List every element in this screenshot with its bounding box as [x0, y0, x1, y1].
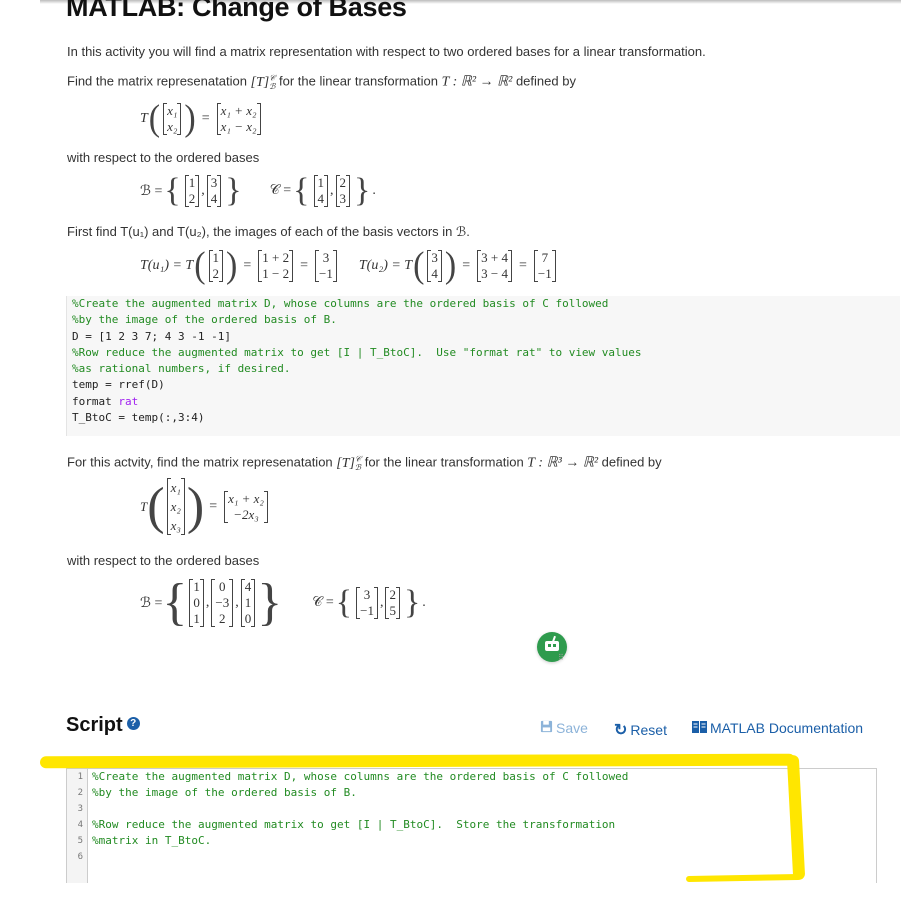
line-number-gutter: 1 2 3 4 5 6 — [67, 769, 88, 883]
line-number: 3 — [77, 804, 83, 814]
save-button[interactable]: Save — [540, 720, 588, 736]
book-icon — [692, 720, 707, 736]
basis-C-vector: 3 −1 — [356, 587, 378, 619]
activity-bases: ℬ = { 101, 0 −3 2, 410 } 𝒞 = { 3 −1, 25 }. — [140, 574, 426, 631]
activity-instruction: For this actvity, find the matrix repres… — [67, 454, 662, 473]
code-line: D = [1 2 3 7; 4 3 -1 -1] — [72, 329, 231, 343]
images-text: First find T(u₁) and T(u₂), the images o… — [67, 224, 470, 239]
page-title: MATLAB: Change of Bases — [66, 0, 407, 22]
editor-line[interactable]: %by the image of the ordered basis of B. — [92, 785, 628, 801]
instruction-prefix: Find the matrix represenatation — [67, 73, 251, 89]
input-vector: x₁ x₂ x₃ — [166, 478, 185, 535]
example-bases: ℬ = { 12, 34 } 𝒞 = { 14, 23 }. — [140, 172, 376, 209]
basis-C-vector: 23 — [335, 175, 350, 207]
line-number: 2 — [77, 788, 83, 798]
example-code-block: %Create the augmented matrix D, whose co… — [66, 296, 900, 436]
example-instruction: Find the matrix represenatation [T]𝒞ℬ fo… — [67, 73, 576, 92]
basis-B-label: ℬ = — [140, 595, 163, 611]
line-number: 6 — [77, 852, 83, 862]
basis-C-vector: 14 — [313, 175, 328, 207]
basis-B-vector: 12 — [184, 175, 200, 207]
script-editor[interactable]: 1 2 3 4 5 6 %Create the augmented matrix… — [66, 768, 877, 883]
code-line: %Row reduce the augmented matrix to get … — [72, 345, 642, 359]
basis-B-vector: 410 — [240, 579, 256, 627]
map-signature: T : ℝ² → ℝ² — [441, 74, 513, 90]
example-transformation: T ( x₁ x₂ ) = x₁ + x₂ x₁ − x₂ — [140, 100, 263, 137]
code-line: %by the image of the ordered basis of B. — [72, 313, 337, 327]
code-line: T_BtoC = temp(:,3:4) — [72, 411, 205, 425]
basis-B-vector: 34 — [206, 175, 222, 207]
basis-C-label: 𝒞 = — [312, 595, 334, 610]
line-number: 5 — [77, 836, 83, 846]
line-number: 4 — [77, 820, 83, 830]
matrix-symbol: [T]𝒞ℬ — [336, 454, 362, 473]
basis-B-vector: 0 −3 2 — [211, 579, 234, 627]
editor-line[interactable] — [92, 849, 628, 865]
code-line: format rat — [72, 394, 139, 408]
intro-text: In this activity you will find a matrix … — [67, 44, 706, 59]
editor-line[interactable]: %Row reduce the augmented matrix to get … — [92, 817, 628, 833]
script-heading: Script? — [66, 714, 140, 737]
editor-lines[interactable]: %Create the augmented matrix D, whose co… — [92, 769, 628, 865]
code-line: %Create the augmented matrix D, whose co… — [72, 297, 609, 310]
output-vector: x₁ + x₂ x₁ − x₂ — [216, 103, 261, 135]
reset-button[interactable]: ↻ Reset — [614, 720, 667, 740]
basis-B-label: ℬ = — [140, 183, 163, 199]
basis-C-vector: 25 — [385, 587, 400, 619]
editor-line[interactable] — [92, 801, 628, 817]
bases-label: with respect to the ordered bases — [67, 150, 260, 165]
activity-transformation: T ( x₁ x₂ x₃ ) = x₁ + x₂ −2x₃ — [140, 478, 270, 535]
basis-C-label: 𝒞 = — [269, 183, 292, 198]
drag-grip-icon[interactable]: ⠿ — [558, 654, 564, 662]
matrix-symbol: [T]𝒞ℬ — [250, 73, 276, 92]
floppy-disk-icon — [540, 720, 553, 736]
example-images: T(u₁) = T ( 12 ) = 1 + 21 − 2 = 3 −1 T(u₂)… — [140, 247, 558, 284]
editor-line[interactable]: %Create the augmented matrix D, whose co… — [92, 769, 628, 785]
line-number: 1 — [77, 772, 83, 782]
code-line: %as rational numbers, if desired. — [72, 362, 291, 376]
matlab-documentation-link[interactable]: MATLAB Documentation — [692, 720, 863, 736]
output-vector: x₁ + x₂ −2x₃ — [224, 490, 268, 523]
refresh-icon: ↻ — [614, 722, 628, 739]
code-line: temp = rref(D) — [72, 378, 165, 392]
help-icon[interactable]: ? — [126, 717, 140, 731]
yellow-highlight-annotation — [39, 753, 796, 769]
bases-label: with respect to the ordered bases — [67, 553, 260, 568]
basis-B-vector: 101 — [189, 579, 204, 627]
input-vector: x₁ x₂ — [163, 103, 182, 135]
map-signature: T : ℝ³ → ℝ² — [527, 455, 599, 471]
editor-line[interactable]: %matrix in T_BtoC. — [92, 833, 628, 849]
